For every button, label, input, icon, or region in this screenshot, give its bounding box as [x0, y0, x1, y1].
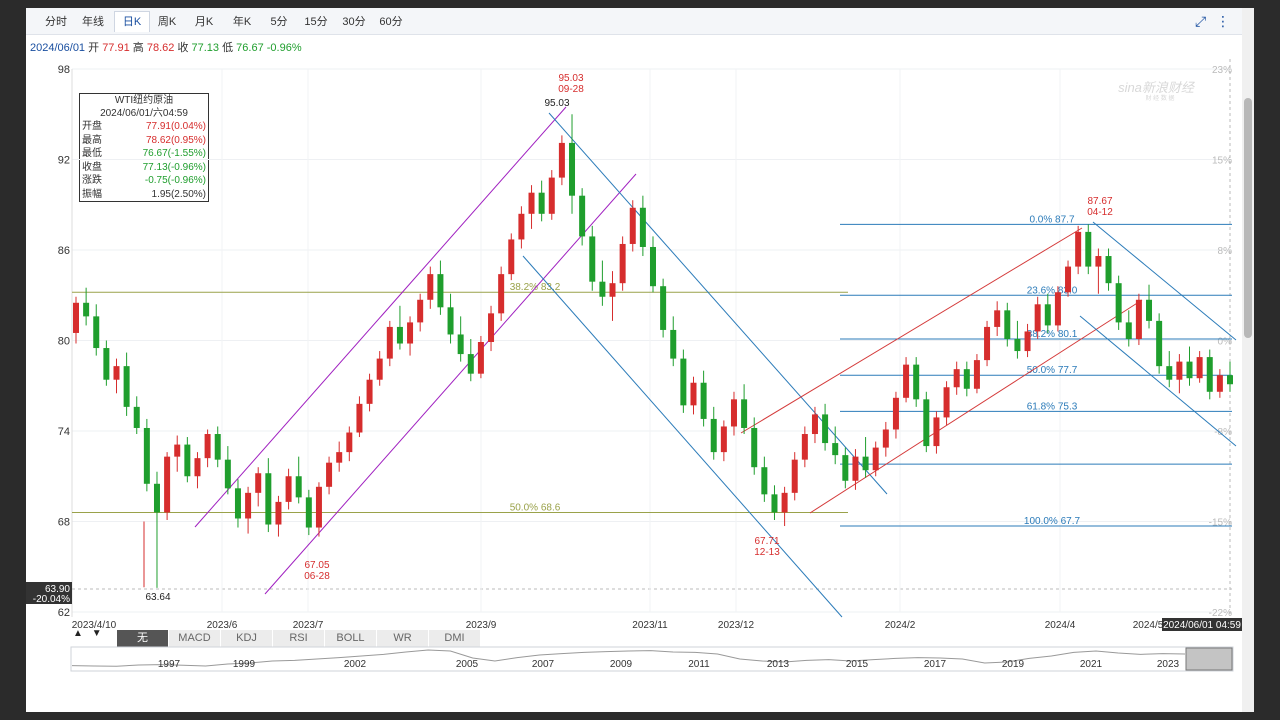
- open-value: 77.91: [102, 42, 130, 54]
- info-value: -0.75(-0.96%): [144, 175, 206, 186]
- tab-daily-k[interactable]: 日K: [114, 11, 150, 32]
- info-value: 77.13(-0.96%): [142, 161, 206, 173]
- tab-weekly-k[interactable]: 周K: [153, 12, 181, 32]
- info-label: 收盘: [82, 161, 102, 173]
- indicator-macd[interactable]: MACD: [169, 630, 221, 647]
- toolbar-right: ⤢ ⋮: [1192, 11, 1232, 31]
- change-value: -0.96%: [266, 42, 302, 54]
- info-row: 涨跌 -0.75(-0.96%): [80, 174, 208, 188]
- info-value: 1.95(2.50%): [151, 188, 206, 200]
- tab-monthly-k[interactable]: 月K: [190, 12, 218, 32]
- info-label: 涨跌: [82, 175, 102, 186]
- close-label: 收: [177, 42, 189, 54]
- more-vertical-icon[interactable]: ⋮: [1214, 11, 1232, 31]
- quote-line: 2024/06/01 开 77.91 高 78.62 收 77.13 低 76.…: [30, 39, 302, 55]
- indicator-bar: 无 MACD KDJ RSI BOLL WR DMI: [117, 628, 481, 647]
- close-value: 77.13: [191, 42, 220, 54]
- high-value: 78.62: [146, 42, 175, 54]
- scroll-thumb[interactable]: [1244, 98, 1252, 338]
- low-value: 76.67: [236, 42, 264, 54]
- info-row: 开盘 77.91(0.04%): [80, 120, 208, 134]
- info-value: 76.67(-1.55%): [142, 148, 206, 159]
- tab-5min[interactable]: 5分: [266, 12, 292, 32]
- indicator-boll[interactable]: BOLL: [325, 630, 377, 647]
- high-label: 高: [132, 42, 144, 54]
- scrollbar[interactable]: [1242, 8, 1254, 712]
- tab-30min[interactable]: 30分: [339, 12, 369, 32]
- info-row: 振幅 1.95(2.50%): [80, 188, 208, 202]
- indicator-kdj[interactable]: KDJ: [221, 630, 273, 647]
- info-label: 最高: [82, 134, 102, 146]
- tab-yearly-k[interactable]: 年K: [228, 12, 256, 32]
- quote-date: 2024/06/01: [30, 42, 86, 54]
- info-datetime: 2024/06/01/六04:59: [100, 108, 188, 119]
- indicator-rsi[interactable]: RSI: [273, 630, 325, 647]
- ohlc-info-box: WTI纽约原油 2024/06/01/六04:59 开盘 77.91(0.04%)…: [79, 93, 209, 202]
- zoom-out-arrow-icon[interactable]: ▼: [92, 628, 102, 639]
- info-label: 振幅: [82, 188, 102, 200]
- info-row: 收盘 77.13(-0.96%): [80, 161, 208, 175]
- info-label: 最低: [82, 148, 102, 159]
- tab-60min[interactable]: 60分: [376, 12, 406, 32]
- indicator-dmi[interactable]: DMI: [429, 630, 481, 647]
- chart-panel: 分时 年线 日K 周K 月K 年K 5分 15分 30分 60分 ⤢ ⋮ 202…: [26, 8, 1242, 712]
- info-row: 最低 76.67(-1.55%): [80, 147, 208, 161]
- info-label: 开盘: [82, 121, 102, 132]
- open-label: 开: [88, 42, 100, 54]
- fullscreen-icon[interactable]: ⤢: [1192, 11, 1210, 31]
- zoom-arrows: ▲ ▼: [73, 628, 102, 639]
- indicator-wr[interactable]: WR: [377, 630, 429, 647]
- low-label: 低: [222, 42, 234, 54]
- tab-minute[interactable]: 分时: [42, 12, 70, 32]
- info-value: 78.62(0.95%): [145, 134, 206, 146]
- tab-year-line[interactable]: 年线: [79, 12, 107, 32]
- indicator-none[interactable]: 无: [117, 630, 169, 647]
- info-value: 77.91(0.04%): [145, 121, 206, 132]
- tab-15min[interactable]: 15分: [301, 12, 331, 32]
- zoom-in-arrow-icon[interactable]: ▲: [73, 628, 83, 639]
- info-row: 最高 78.62(0.95%): [80, 134, 208, 148]
- info-title: WTI纽约原油: [114, 95, 174, 106]
- period-tab-bar: 分时 年线 日K 周K 月K 年K 5分 15分 30分 60分 ⤢ ⋮: [26, 8, 1242, 35]
